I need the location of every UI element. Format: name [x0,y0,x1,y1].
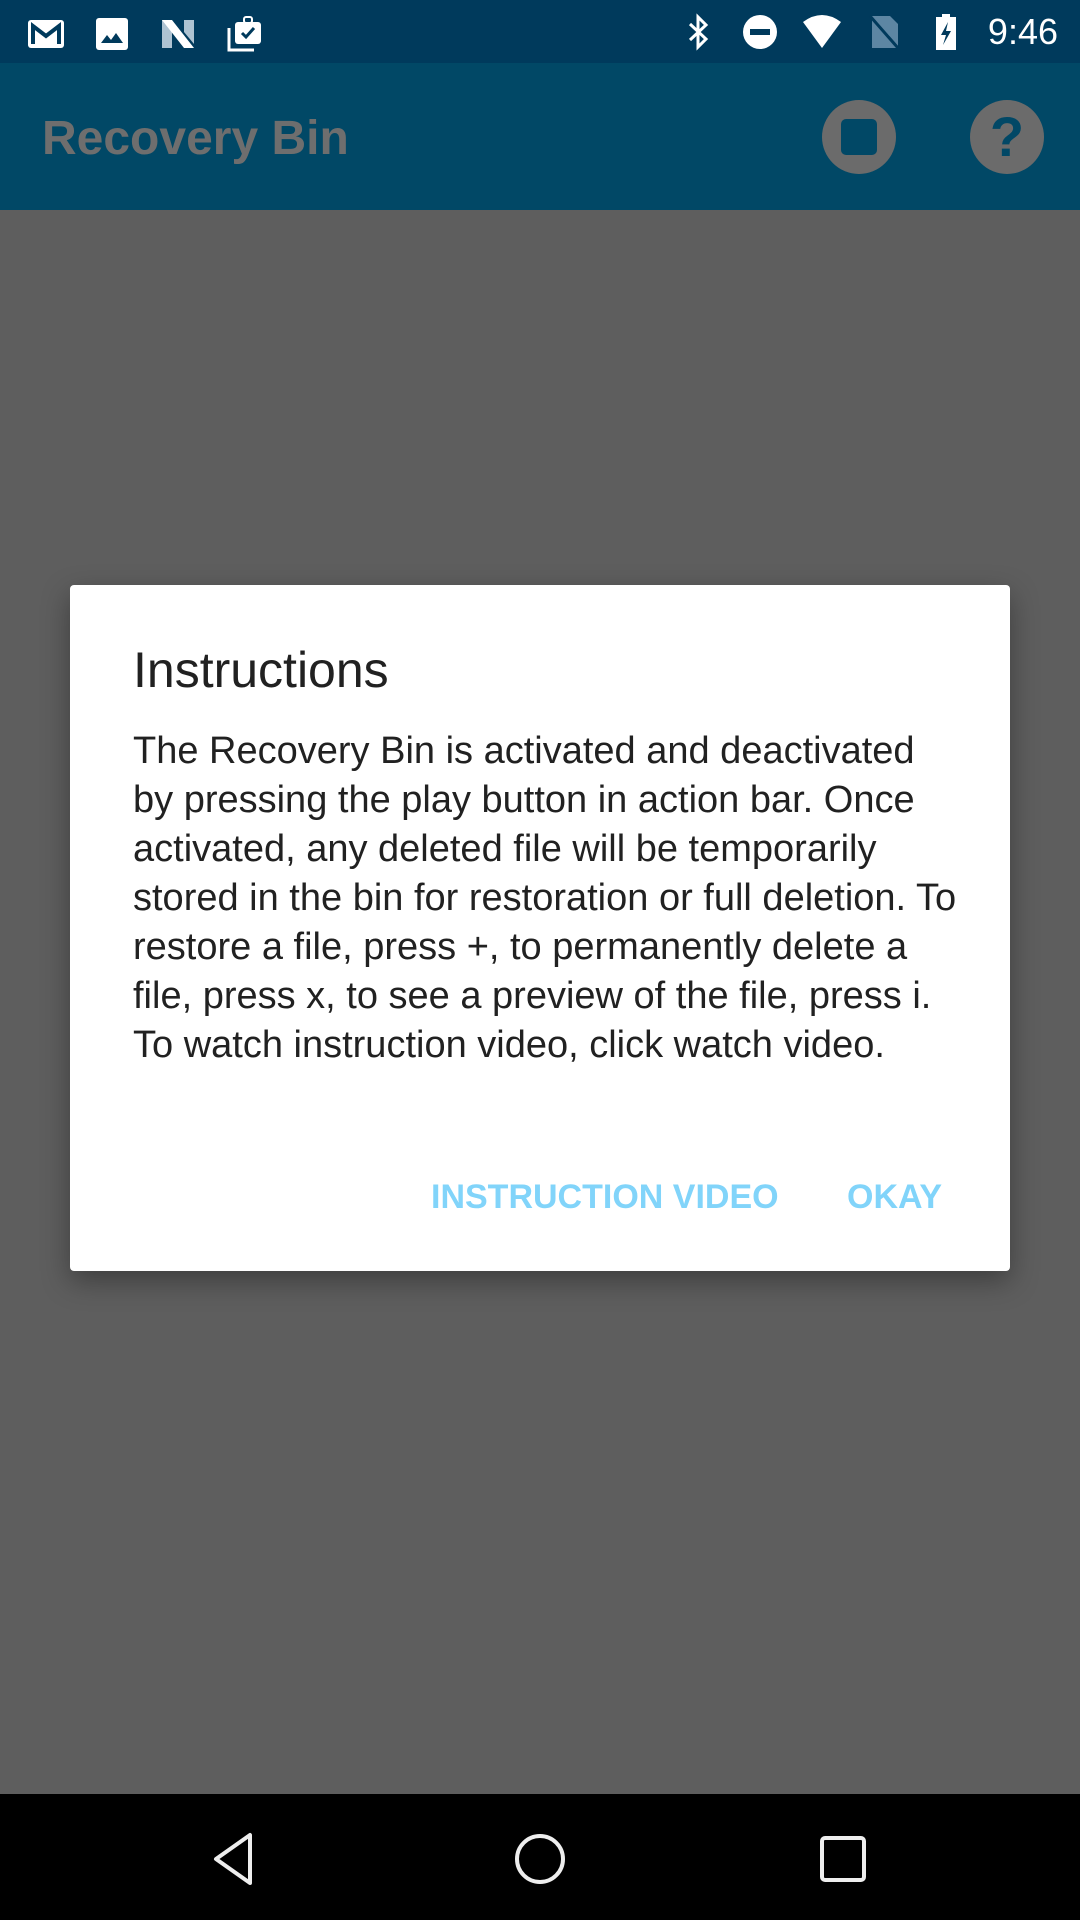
n-app-icon [162,20,194,48]
help-icon: ? [989,105,1025,168]
instructions-dialog: Instructions The Recovery Bin is activat… [70,585,1010,1271]
help-button[interactable]: ? [970,100,1044,174]
stop-button[interactable] [822,100,896,174]
okay-button[interactable]: OKAY [847,1178,942,1217]
dialog-title: Instructions [133,642,389,698]
no-sim-icon [868,15,900,49]
tasks-icon [227,16,261,52]
status-bar: 9:46 [0,0,1080,63]
navigation-bar [0,1794,1080,1920]
gmail-icon [28,20,64,48]
bluetooth-icon [688,13,709,51]
recents-icon [820,1836,866,1882]
recents-button[interactable] [808,1824,878,1894]
dialog-message: The Recovery Bin is activated and deacti… [133,730,957,1066]
wifi-icon [802,15,841,48]
system-status-icons: 9:46 [678,10,1058,54]
battery-charging-icon [935,14,956,50]
photos-icon [96,18,128,50]
home-icon [515,1834,565,1884]
do-not-disturb-icon [742,15,777,49]
app-title: Recovery Bin [42,112,349,165]
back-button[interactable] [200,1824,270,1894]
stop-icon [841,119,877,155]
clock: 9:46 [987,11,1058,52]
notification-icons [26,14,264,54]
instruction-video-button[interactable]: INSTRUCTION VIDEO [431,1178,779,1217]
home-button[interactable] [505,1824,575,1894]
back-icon [214,1833,252,1885]
action-bar: Recovery Bin ? [0,63,1080,210]
